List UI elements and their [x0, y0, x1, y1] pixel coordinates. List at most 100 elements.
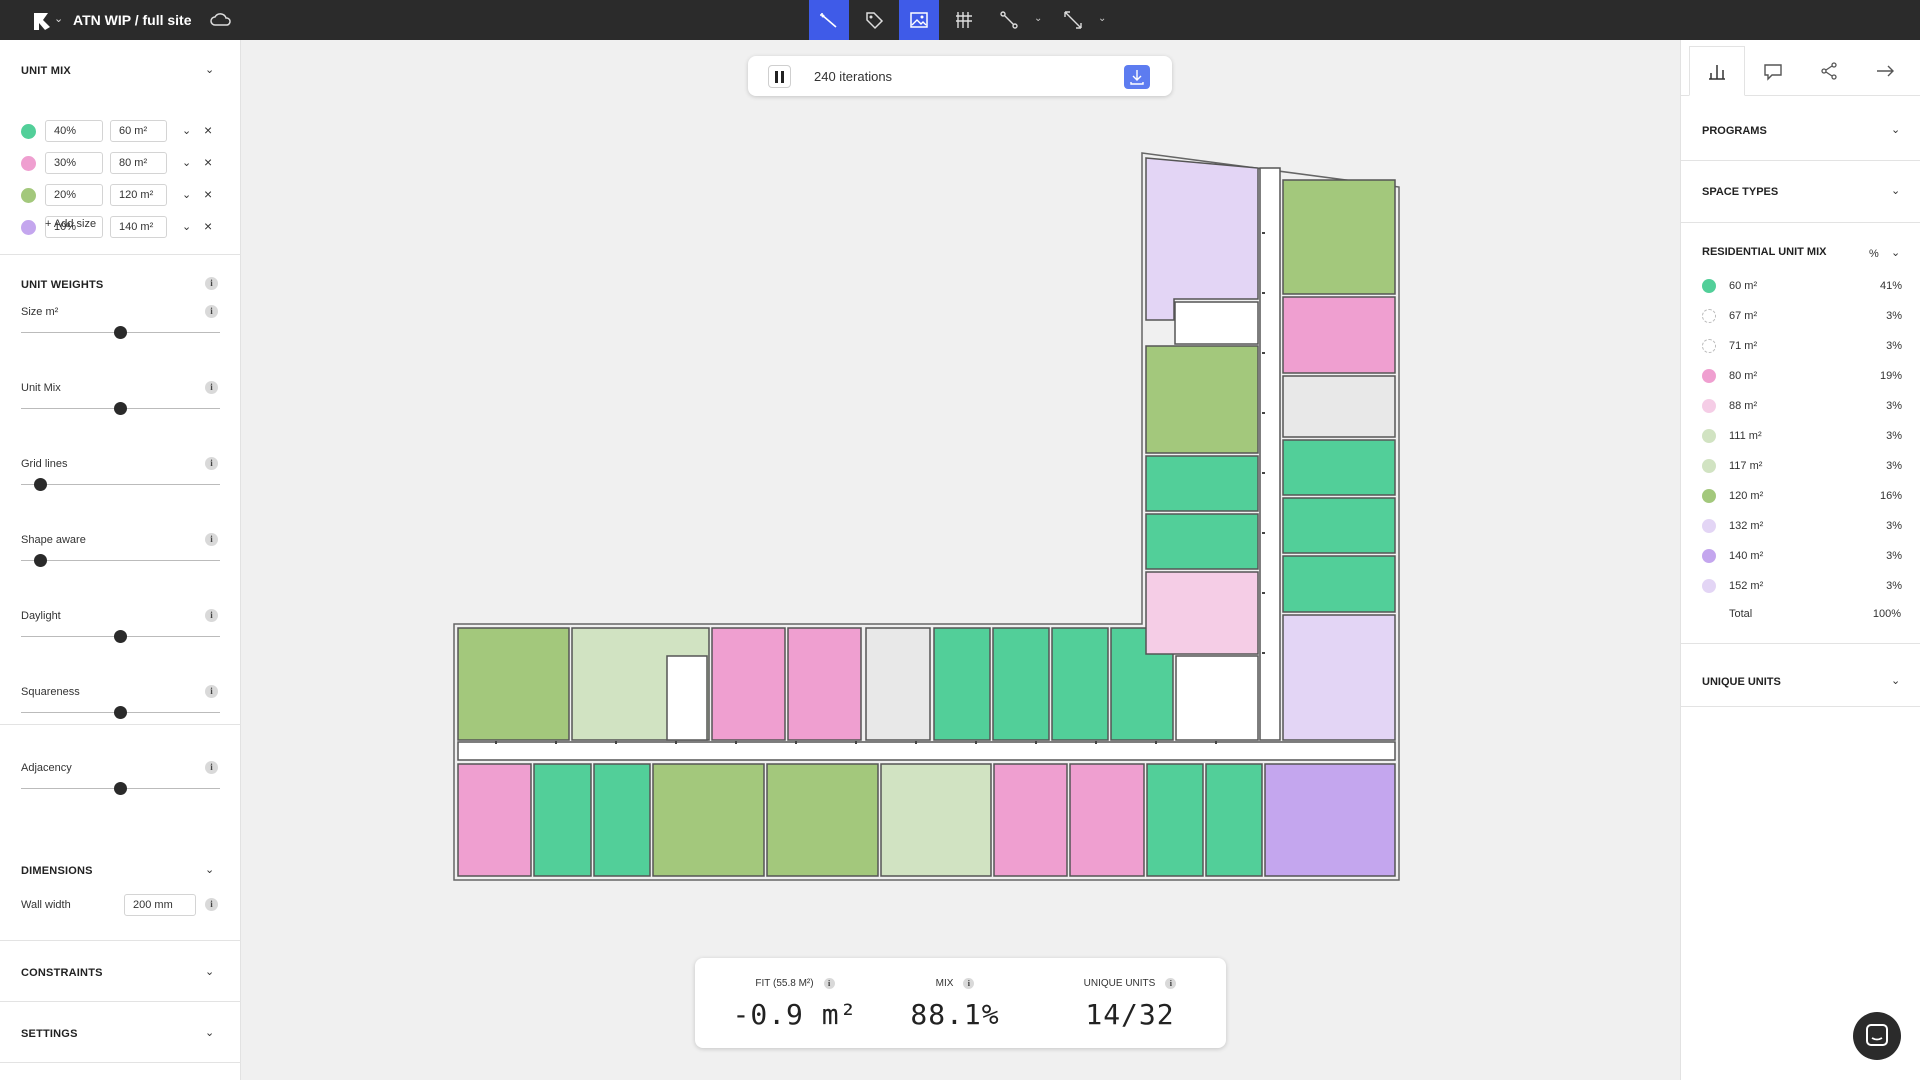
chevron-down-icon[interactable]: ⌄	[182, 188, 191, 201]
unit-block[interactable]	[933, 627, 991, 741]
unit-block[interactable]	[1069, 763, 1145, 877]
void-space[interactable]	[1174, 301, 1259, 345]
unit-area-input[interactable]: 60 m²	[110, 120, 167, 142]
project-title[interactable]: ATN WIP / full site	[73, 12, 192, 28]
measure-tool-chevron-icon[interactable]: ⌄	[1098, 13, 1106, 24]
unit-color-swatch[interactable]	[21, 188, 36, 203]
unit-block[interactable]	[1145, 345, 1259, 454]
weight-slider-handle[interactable]	[114, 782, 127, 795]
unit-block[interactable]	[1205, 763, 1263, 877]
image-tool-button[interactable]	[899, 0, 939, 40]
unit-block[interactable]	[1051, 627, 1109, 741]
wall-width-input[interactable]: 200 mm	[124, 894, 196, 916]
mix-unit-selector[interactable]: %	[1869, 248, 1879, 260]
unit-block[interactable]	[1282, 614, 1396, 741]
tag-tool-button[interactable]	[854, 0, 894, 40]
grid-tool-button[interactable]	[944, 0, 984, 40]
info-icon[interactable]: i	[205, 685, 218, 698]
weight-slider-handle[interactable]	[34, 478, 48, 491]
close-icon[interactable]: ×	[204, 218, 212, 234]
unit-block[interactable]	[1264, 763, 1396, 877]
void-space[interactable]	[666, 655, 708, 741]
programs-chevron-icon[interactable]: ⌄	[1891, 123, 1900, 136]
unit-color-swatch[interactable]	[21, 124, 36, 139]
dimensions-collapse-icon[interactable]: ⌄	[205, 863, 214, 876]
unit-block[interactable]	[1282, 497, 1396, 554]
core-space[interactable]	[865, 627, 931, 741]
export-tab[interactable]	[1857, 46, 1913, 96]
unit-block[interactable]	[533, 763, 592, 877]
unit-block[interactable]	[457, 627, 570, 741]
unit-block[interactable]	[652, 763, 765, 877]
info-icon[interactable]: i	[205, 381, 218, 394]
unit-block[interactable]	[593, 763, 651, 877]
weight-slider-handle[interactable]	[114, 326, 127, 339]
unit-mix-collapse-icon[interactable]: ⌄	[205, 63, 214, 76]
unit-block[interactable]	[766, 763, 879, 877]
unit-block[interactable]	[1282, 555, 1396, 613]
unit-block[interactable]	[1282, 439, 1396, 496]
info-icon[interactable]: i	[205, 457, 218, 470]
chevron-down-icon[interactable]: ⌄	[182, 156, 191, 169]
close-icon[interactable]: ×	[204, 154, 212, 170]
weight-slider-handle[interactable]	[34, 554, 48, 567]
comment-tab[interactable]	[1745, 46, 1801, 96]
unit-block[interactable]	[1282, 179, 1396, 295]
connect-tool-button[interactable]	[989, 0, 1029, 40]
mix-info-icon[interactable]: i	[963, 978, 975, 989]
unit-color-swatch[interactable]	[21, 220, 36, 235]
unit-color-swatch[interactable]	[21, 156, 36, 171]
unit-area-input[interactable]: 140 m²	[110, 216, 167, 238]
unit-area-input[interactable]: 120 m²	[110, 184, 167, 206]
unit-block[interactable]	[1146, 763, 1204, 877]
weight-slider-handle[interactable]	[114, 706, 127, 719]
core-space[interactable]	[1282, 375, 1396, 438]
cloud-sync-icon[interactable]	[209, 10, 233, 30]
unit-block[interactable]	[993, 763, 1068, 877]
connect-tool-chevron-icon[interactable]: ⌄	[1034, 13, 1042, 24]
unit-block[interactable]	[1145, 571, 1259, 655]
weight-slider-track[interactable]	[21, 484, 220, 485]
constraints-title[interactable]: CONSTRAINTS	[21, 967, 103, 979]
unit-area-input[interactable]: 80 m²	[110, 152, 167, 174]
unit-block[interactable]	[711, 627, 786, 741]
wall-width-info-icon[interactable]: i	[205, 898, 218, 911]
chevron-down-icon[interactable]: ⌄	[182, 220, 191, 233]
unit-block[interactable]	[1282, 296, 1396, 374]
constraints-collapse-icon[interactable]: ⌄	[205, 965, 214, 978]
add-size-button[interactable]: + Add size	[45, 218, 96, 230]
weight-slider-handle[interactable]	[114, 630, 127, 643]
unique-units-info-icon[interactable]: i	[1165, 978, 1177, 989]
unit-percent-input[interactable]: 40%	[45, 120, 103, 142]
info-icon[interactable]: i	[205, 533, 218, 546]
void-space[interactable]	[1175, 655, 1259, 741]
residential-mix-chevron-icon[interactable]: ⌄	[1891, 246, 1900, 259]
unit-block[interactable]	[1145, 157, 1259, 321]
measure-tool-button[interactable]	[1053, 0, 1093, 40]
unit-percent-input[interactable]: 30%	[45, 152, 103, 174]
unit-percent-input[interactable]: 20%	[45, 184, 103, 206]
programs-title[interactable]: PROGRAMS	[1702, 125, 1767, 137]
pause-button[interactable]	[768, 65, 791, 88]
chat-button[interactable]	[1853, 1012, 1901, 1060]
unit-weights-info-icon[interactable]: i	[205, 277, 218, 290]
info-icon[interactable]: i	[205, 305, 218, 318]
download-button[interactable]	[1124, 65, 1150, 89]
unit-block[interactable]	[992, 627, 1050, 741]
weight-slider-handle[interactable]	[114, 402, 127, 415]
unit-block[interactable]	[457, 763, 532, 877]
chart-tab[interactable]	[1689, 46, 1745, 96]
info-icon[interactable]: i	[205, 609, 218, 622]
close-icon[interactable]: ×	[204, 122, 212, 138]
unique-units-title[interactable]: UNIQUE UNITS	[1702, 676, 1781, 688]
settings-collapse-icon[interactable]: ⌄	[205, 1026, 214, 1039]
fit-info-icon[interactable]: i	[823, 978, 835, 989]
space-types-chevron-icon[interactable]: ⌄	[1891, 184, 1900, 197]
unit-block[interactable]	[1145, 513, 1259, 570]
app-menu-chevron-icon[interactable]: ⌄	[54, 12, 63, 25]
unit-block[interactable]	[787, 627, 862, 741]
space-types-title[interactable]: SPACE TYPES	[1702, 186, 1778, 198]
unique-units-chevron-icon[interactable]: ⌄	[1891, 674, 1900, 687]
unit-block[interactable]	[880, 763, 992, 877]
settings-title[interactable]: SETTINGS	[21, 1028, 78, 1040]
